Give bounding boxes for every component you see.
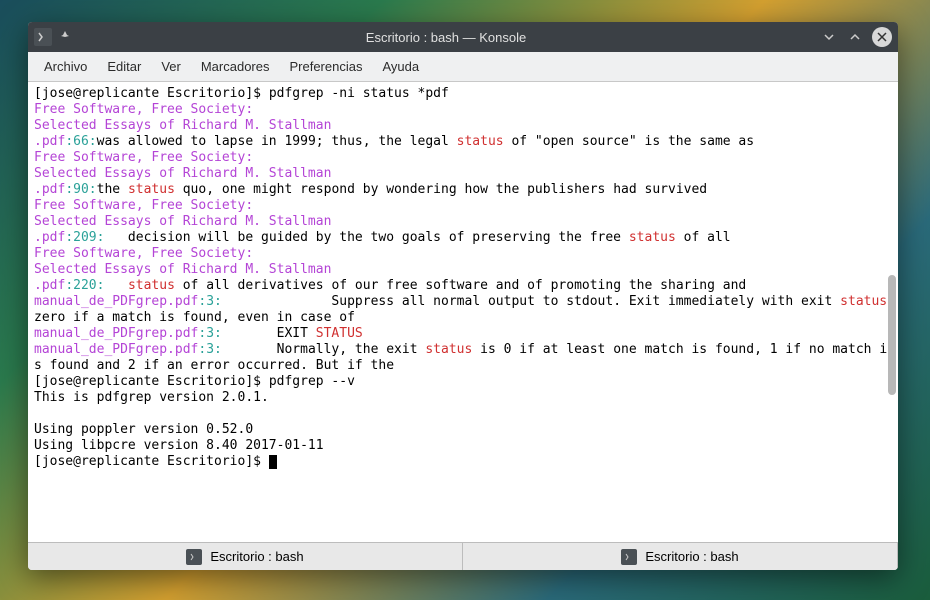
- prompt: [jose@replicante Escritorio]$: [34, 86, 269, 101]
- line-text: was allowed to lapse in 1999; thus, the …: [97, 134, 457, 149]
- line-number: 209: [73, 230, 96, 245]
- colon: :: [65, 278, 73, 293]
- file-name: manual_de_PDFgrep.pdf: [34, 294, 198, 309]
- output-subtitle: Selected Essays of Richard M. Stallman: [34, 262, 331, 277]
- line-text: EXIT: [222, 326, 316, 341]
- colon: :: [214, 342, 222, 357]
- output-subtitle: Selected Essays of Richard M. Stallman: [34, 166, 331, 181]
- file-name: manual_de_PDFgrep.pdf: [34, 326, 198, 341]
- file-name: .pdf: [34, 134, 65, 149]
- window-title: Escritorio : bash — Konsole: [72, 30, 820, 45]
- line-number: 3: [206, 342, 214, 357]
- line-number: 90: [73, 182, 89, 197]
- menu-ayuda[interactable]: Ayuda: [372, 55, 429, 78]
- output-text: Using libpcre version 8.40 2017-01-11: [34, 438, 324, 453]
- line-number: 3: [206, 326, 214, 341]
- colon: :: [65, 182, 73, 197]
- colon: :: [65, 230, 73, 245]
- terminal-area[interactable]: [jose@replicante Escritorio]$ pdfgrep -n…: [28, 82, 898, 542]
- colon: :: [214, 294, 222, 309]
- pin-icon[interactable]: [58, 30, 72, 44]
- tab-label: Escritorio : bash: [645, 549, 738, 564]
- tab-2[interactable]: Escritorio : bash: [463, 543, 898, 570]
- match-highlight: status: [128, 278, 175, 293]
- output-title: Free Software, Free Society:: [34, 150, 253, 165]
- match-highlight: status: [457, 134, 504, 149]
- prompt: [jose@replicante Escritorio]$: [34, 374, 269, 389]
- line-text: of all: [676, 230, 731, 245]
- tab-1[interactable]: Escritorio : bash: [28, 543, 463, 570]
- menubar: Archivo Editar Ver Marcadores Preferenci…: [28, 52, 898, 82]
- file-name: .pdf: [34, 182, 65, 197]
- output-subtitle: Selected Essays of Richard M. Stallman: [34, 118, 331, 133]
- prompt: [jose@replicante Escritorio]$: [34, 454, 269, 469]
- line-text: [104, 278, 127, 293]
- match-highlight: status: [128, 182, 175, 197]
- colon: :: [89, 182, 97, 197]
- menu-editar[interactable]: Editar: [97, 55, 151, 78]
- line-text: quo, one might respond by wondering how …: [175, 182, 707, 197]
- command-text: pdfgrep --v: [269, 374, 355, 389]
- colon: :: [89, 134, 97, 149]
- match-highlight: status: [425, 342, 472, 357]
- colon: :: [65, 134, 73, 149]
- output-title: Free Software, Free Society:: [34, 102, 253, 117]
- colon: :: [214, 326, 222, 341]
- line-text: Suppress all normal output to stdout. Ex…: [222, 294, 840, 309]
- line-number: 66: [73, 134, 89, 149]
- line-number: 3: [206, 294, 214, 309]
- menu-archivo[interactable]: Archivo: [34, 55, 97, 78]
- line-text: Normally, the exit: [222, 342, 426, 357]
- close-button[interactable]: [872, 27, 892, 47]
- line-text: of "open source" is the same as: [504, 134, 754, 149]
- match-highlight: status: [840, 294, 887, 309]
- match-highlight: STATUS: [316, 326, 363, 341]
- line-number: 220: [73, 278, 96, 293]
- output-title: Free Software, Free Society:: [34, 198, 253, 213]
- tab-label: Escritorio : bash: [210, 549, 303, 564]
- output-text: Using poppler version 0.52.0: [34, 422, 253, 437]
- file-name: .pdf: [34, 230, 65, 245]
- line-text: the: [97, 182, 128, 197]
- command-text: pdfgrep -ni status *pdf: [269, 86, 449, 101]
- menu-preferencias[interactable]: Preferencias: [279, 55, 372, 78]
- menu-ver[interactable]: Ver: [151, 55, 191, 78]
- match-highlight: status: [629, 230, 676, 245]
- menu-marcadores[interactable]: Marcadores: [191, 55, 280, 78]
- maximize-button[interactable]: [846, 28, 864, 46]
- scrollbar[interactable]: [888, 275, 896, 395]
- file-name: .pdf: [34, 278, 65, 293]
- file-name: manual_de_PDFgrep.pdf: [34, 342, 198, 357]
- minimize-button[interactable]: [820, 28, 838, 46]
- output-subtitle: Selected Essays of Richard M. Stallman: [34, 214, 331, 229]
- output-title: Free Software, Free Society:: [34, 246, 253, 261]
- konsole-window: Escritorio : bash — Konsole Archivo Edit…: [28, 22, 898, 570]
- app-icon: [34, 28, 52, 46]
- cursor: [269, 455, 277, 469]
- titlebar: Escritorio : bash — Konsole: [28, 22, 898, 52]
- terminal-icon: [186, 549, 202, 565]
- output-text: This is pdfgrep version 2.0.1.: [34, 390, 269, 405]
- line-text: decision will be guided by the two goals…: [104, 230, 628, 245]
- terminal-icon: [621, 549, 637, 565]
- tabbar: Escritorio : bash Escritorio : bash: [28, 542, 898, 570]
- line-text: of all derivatives of our free software …: [175, 278, 746, 293]
